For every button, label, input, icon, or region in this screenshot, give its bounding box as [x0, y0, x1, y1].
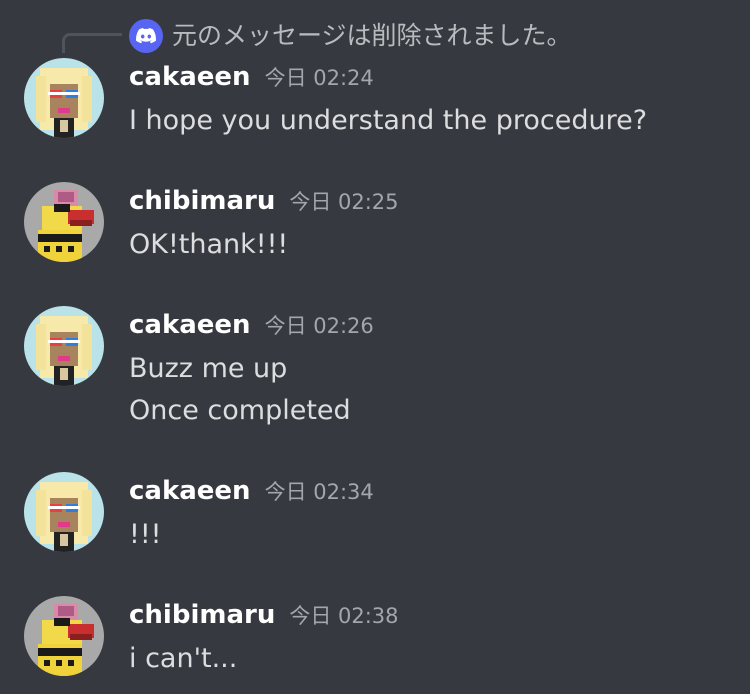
message-text: Once completed — [129, 395, 351, 426]
chat-message-list: 元のメッセージは削除されました。 cakaeen今日 02:24 I hope — [0, 0, 750, 694]
reply-deleted-notice: 元のメッセージは削除されました。 — [172, 21, 572, 50]
reply-reference[interactable]: 元のメッセージは削除されました。 — [0, 14, 750, 54]
message-content: i can't... — [129, 638, 237, 680]
message-content: !!! — [129, 514, 161, 556]
cakaeen-avatar[interactable] — [24, 472, 104, 552]
message-timestamp: 今日 02:24 — [264, 66, 374, 90]
reply-connector-line — [62, 33, 122, 53]
message-timestamp: 今日 02:25 — [289, 190, 399, 214]
message-content: I hope you understand the procedure? — [129, 100, 647, 142]
message-author[interactable]: cakaeen 今日 02:34 — [129, 474, 374, 509]
message-text: OK!thank!!! — [129, 229, 289, 260]
chibimaru-avatar[interactable] — [24, 182, 104, 262]
chibimaru-avatar[interactable] — [24, 596, 104, 676]
message-author[interactable]: cakaeen 今日 02:24 — [129, 60, 374, 95]
author-name[interactable]: cakaeen — [129, 62, 251, 92]
cakaeen-avatar[interactable] — [24, 58, 104, 138]
message-text: i can't... — [129, 643, 238, 674]
message-text: I hope you understand the procedure? — [129, 105, 648, 136]
message-timestamp: 今日 02:38 — [289, 604, 399, 628]
message-text: Buzz me up — [129, 353, 288, 384]
discord-logo-icon — [129, 19, 163, 53]
message-author[interactable]: chibimaru 今日 02:38 — [129, 598, 399, 633]
cakaeen-avatar[interactable] — [24, 306, 104, 386]
author-name[interactable]: chibimaru — [129, 600, 275, 630]
message-timestamp: 今日 02:34 — [264, 480, 374, 504]
message-content: Buzz me up Once completed — [129, 348, 351, 432]
message-content: OK!thank!!! — [129, 224, 288, 266]
message-author[interactable]: chibimaru 今日 02:25 — [129, 184, 399, 219]
message-timestamp: 今日 02:26 — [264, 314, 374, 338]
message-text: !!! — [129, 519, 162, 550]
author-name[interactable]: cakaeen — [129, 310, 251, 340]
author-name[interactable]: cakaeen — [129, 476, 251, 506]
message-author[interactable]: cakaeen 今日 02:26 — [129, 308, 374, 343]
author-name[interactable]: chibimaru — [129, 186, 275, 216]
